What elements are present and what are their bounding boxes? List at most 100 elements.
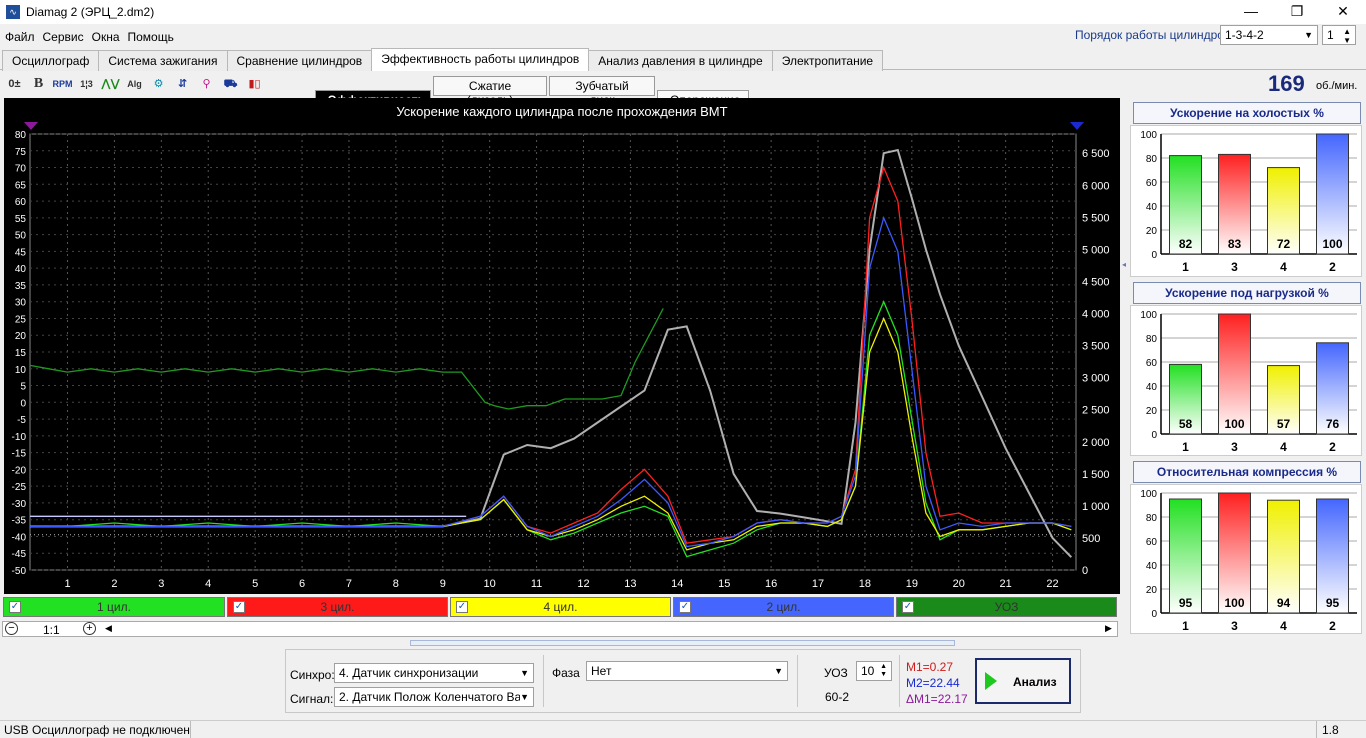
zero-line-icon[interactable]: 0± [4,74,25,95]
cylinder-label: 3 [1231,440,1238,454]
splitter-handle-icon[interactable]: ◂ [1122,260,1126,269]
tab-oscilloscope[interactable]: Осциллограф [2,50,100,71]
y-right-tick-label: 2 000 [1082,437,1110,449]
tab-cylinder-pressure[interactable]: Анализ давления в цилиндре [588,50,773,71]
cylinder-label: 2 [1329,440,1336,454]
legend-cyl-2[interactable]: ✓ 2 цил. [673,597,894,617]
y-tick-label: 20 [1146,226,1158,237]
acceleration-chart[interactable]: Ускорение каждого цилиндра после прохожд… [4,98,1120,594]
y-left-tick-label: 35 [15,281,27,292]
teeth-count: 60-2 [825,690,850,704]
x-tick-label: 21 [1000,578,1012,590]
y-tick-label: 100 [1140,310,1157,321]
y-right-tick-label: 4 000 [1082,309,1110,321]
y-left-tick-label: 75 [15,147,27,158]
y-left-tick-label: -45 [12,549,27,560]
legend-cyl-4[interactable]: ✓ 4 цил. [450,597,671,617]
y-right-tick-label: 5 000 [1082,244,1110,256]
maximize-button[interactable]: ❐ [1274,0,1320,24]
cylinder-label: 2 [1329,619,1336,633]
y-left-tick-label: -50 [12,566,27,577]
scroll-right-icon[interactable]: ▶ [1105,623,1112,634]
x-tick-label: 7 [346,578,352,590]
zoom-out-icon[interactable]: − [5,622,18,635]
x-tick-label: 16 [765,578,777,590]
cylinder-label: 4 [1280,619,1287,633]
y-right-tick-label: 5 500 [1082,212,1110,224]
sync-select[interactable]: 4. Датчик синхронизации ▼ [334,663,534,683]
y-right-tick-label: 3 500 [1082,341,1110,353]
x-tick-label: 9 [440,578,446,590]
series-line-2цил [30,215,1072,548]
legend-label: 4 цил. [543,600,578,614]
tab-cylinder-efficiency[interactable]: Эффективность работы цилиндров [371,48,590,71]
y-tick-label: 80 [1146,334,1158,345]
rpm-icon[interactable]: RPM [52,74,73,95]
checkbox-icon[interactable]: ✓ [902,601,914,613]
bars-icon[interactable]: ▮▯ [244,74,265,95]
cylinder-index-spinner[interactable]: 1 ▲ ▼ [1322,25,1356,45]
divider [899,655,900,707]
menu-windows[interactable]: Окна [87,26,123,44]
y-left-tick-label: 65 [15,180,27,191]
numbering-icon[interactable]: 1¦3 [76,74,97,95]
menu-file[interactable]: Файл [0,26,38,44]
panel-splitter[interactable] [410,640,955,646]
tab-ignition[interactable]: Система зажигания [98,50,228,71]
bar-value-label: 95 [1326,596,1340,610]
signal-select[interactable]: 2. Датчик Полож Коленчатого Вал ▼ [334,687,534,707]
close-button[interactable]: ✕ [1320,0,1366,24]
legend-cyl-3[interactable]: ✓ 3 цил. [227,597,448,617]
checkbox-icon[interactable]: ✓ [233,601,245,613]
bold-icon[interactable]: B [28,73,49,94]
y-right-tick-label: 2 500 [1082,405,1110,417]
phase-select[interactable]: Нет ▼ [586,661,788,681]
y-tick-label: 0 [1151,430,1157,441]
scroll-left-icon[interactable]: ◀ [105,623,112,634]
menu-bar: Файл Сервис Окна Помощь [0,26,600,46]
checkbox-icon[interactable]: ✓ [679,601,691,613]
sync-icon[interactable]: ⚙ [148,74,169,95]
algorithm-icon[interactable]: Alg [124,74,145,95]
curve-icon[interactable]: ⋀⋁ [100,74,121,95]
menu-help[interactable]: Помощь [123,26,177,44]
x-tick-label: 2 [111,578,117,590]
cylinder-label: 1 [1182,260,1189,274]
relative-compression-panel: 100 80 60 40 20 0 95 1 100 3 94 4 95 2 [1130,484,1362,634]
uoz-spinner[interactable]: 10 ▲ ▼ [856,661,892,681]
version-label: 1.8 [1322,723,1339,737]
scale-icon[interactable]: ⇵ [172,74,193,95]
zoom-in-icon[interactable]: + [83,622,96,635]
subtab-compression[interactable]: Сжатие (дизель) [433,76,547,107]
load-acceleration-title: Ускорение под нагрузкой % [1133,282,1361,304]
engine-icon[interactable]: ⛟ [220,74,241,95]
analysis-button[interactable]: Анализ [975,658,1071,704]
minimize-button[interactable]: — [1228,0,1274,24]
legend-label: 1 цил. [97,600,131,614]
legend-cyl-1[interactable]: ✓ 1 цил. [3,597,225,617]
menu-service[interactable]: Сервис [38,26,87,44]
tab-cylinder-compare[interactable]: Сравнение цилиндров [226,50,373,71]
y-tick-label: 80 [1146,513,1158,524]
cylinder-order-select[interactable]: 1-3-4-2 ▼ [1220,25,1318,45]
legend-label: УОЗ [994,600,1019,614]
divider [797,655,798,707]
marker-m1: M1=0.27 [906,660,954,674]
y-tick-label: 40 [1146,202,1158,213]
subtab-toothed-disk[interactable]: Зубчатый диск [549,76,655,107]
x-tick-label: 18 [859,578,871,590]
legend-uoz[interactable]: ✓ УОЗ [896,597,1117,617]
checkbox-icon[interactable]: ✓ [9,601,21,613]
cylinder-order-value: 1-3-4-2 [1225,28,1264,42]
cylinder-label: 1 [1182,619,1189,633]
horizontal-scrollbar[interactable]: − 1:1 + ◀ ▶ [2,621,1118,637]
y-left-tick-label: 5 [20,382,26,393]
app-icon: ∿ [6,5,20,19]
filter-icon[interactable]: ⚲ [196,74,217,95]
tab-power-supply[interactable]: Электропитание [771,50,884,71]
idle-acceleration-chart: 100 80 60 40 20 0 82 1 83 3 72 4 100 2 [1140,130,1357,274]
x-tick-label: 22 [1046,578,1058,590]
checkbox-icon[interactable]: ✓ [456,601,468,613]
cylinder-label: 4 [1280,440,1287,454]
y-left-tick-label: -15 [12,449,27,460]
